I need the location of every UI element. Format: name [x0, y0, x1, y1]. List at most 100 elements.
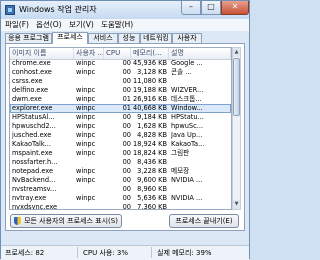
title-bar[interactable]: Windows 작업 관리자 – □ ✕: [1, 1, 249, 19]
process-user: winpc: [76, 68, 96, 76]
process-row[interactable]: nvxdsync.exe 00 7,360 KB: [10, 203, 231, 210]
process-description: 메모장: [171, 167, 190, 175]
status-memory: 실제 메모리: 39%: [157, 249, 212, 257]
process-name: nvxdsync.exe: [12, 203, 58, 210]
tab-applications[interactable]: 응용 프로그램: [5, 33, 52, 43]
process-cpu: 00: [122, 140, 131, 148]
process-name: hpwuschd2...: [12, 122, 56, 130]
menu-options[interactable]: 옵션(O): [36, 20, 62, 30]
process-row[interactable]: hpwuschd2... winpc 00 1,628 KB hpwuSc...: [10, 122, 231, 131]
vertical-scrollbar[interactable]: ▲ ▼: [232, 47, 241, 210]
process-cpu: 01: [122, 104, 131, 112]
column-description[interactable]: 설명: [169, 48, 231, 59]
end-process-button[interactable]: 프로세스 끝내기(E): [169, 214, 239, 228]
process-name: KakaoTalk...: [12, 140, 51, 148]
process-user: winpc: [76, 131, 96, 139]
process-name: nvstreamsv...: [12, 185, 57, 193]
process-memory: 8,436 KB: [137, 158, 167, 166]
column-memory[interactable]: 메모리(...: [131, 48, 169, 59]
tab-users[interactable]: 사용자: [172, 33, 202, 43]
process-cpu: 00: [122, 158, 131, 166]
process-cpu: 00: [122, 86, 131, 94]
tab-performance[interactable]: 성능: [118, 33, 140, 43]
minimize-button[interactable]: –: [181, 1, 201, 15]
process-row[interactable]: mspaint.exe winpc 00 18,824 KB 그림판: [10, 149, 231, 158]
process-row[interactable]: notepad.exe winpc 00 3,228 KB 메모장: [10, 167, 231, 176]
process-user: winpc: [76, 59, 96, 67]
process-description: 콘솔 ...: [171, 68, 192, 76]
menu-file[interactable]: 파일(F): [5, 20, 29, 30]
process-user: winpc: [76, 113, 96, 121]
process-list[interactable]: 이미지 이름 사용자 ... CPU 메모리(... 설명 chrome.exe…: [9, 47, 232, 210]
process-name: conhost.exe: [12, 68, 52, 76]
process-description: Google ...: [171, 59, 203, 67]
process-memory: 7,360 KB: [137, 203, 167, 210]
menu-view[interactable]: 보기(V): [69, 20, 94, 30]
process-row[interactable]: dwm.exe winpc 01 26,916 KB 데스크톱...: [10, 95, 231, 104]
process-user: winpc: [76, 140, 96, 148]
process-cpu: 00: [122, 122, 131, 130]
status-processes: 프로세스: 82: [5, 249, 45, 257]
process-cpu: 00: [122, 131, 131, 139]
process-memory: 3,228 KB: [137, 167, 167, 175]
tab-processes[interactable]: 프로세스: [52, 32, 88, 44]
process-name: notepad.exe: [12, 167, 54, 175]
process-row[interactable]: HPStatusAl... winpc 00 9,184 KB HPStatu...: [10, 113, 231, 122]
tab-networking[interactable]: 네트워킹: [140, 33, 172, 43]
menu-bar: 파일(F) 옵션(O) 보기(V) 도움말(H): [1, 19, 249, 31]
column-cpu[interactable]: CPU: [104, 48, 131, 59]
process-description: KakaoTa...: [171, 140, 205, 148]
status-cpu: CPU 사용: 3%: [83, 249, 129, 257]
process-row[interactable]: jusched.exe winpc 00 4,828 KB Java Up...: [10, 131, 231, 140]
window-title: Windows 작업 관리자: [19, 5, 97, 14]
process-memory: 40,668 KB: [133, 104, 167, 112]
process-memory: 8,960 KB: [137, 185, 167, 193]
process-row[interactable]: nvstreamsv... 00 8,960 KB: [10, 185, 231, 194]
process-cpu: 00: [122, 149, 131, 157]
close-button[interactable]: ✕: [221, 1, 249, 15]
process-row[interactable]: NvBackend... winpc 00 9,600 KB NVIDIA ...: [10, 176, 231, 185]
process-name: explorer.exe: [12, 104, 53, 112]
process-row[interactable]: chrome.exe winpc 00 45,936 KB Google ...: [10, 59, 231, 68]
process-memory: 18,824 KB: [133, 149, 167, 157]
tab-services[interactable]: 서비스: [88, 33, 118, 43]
column-user-name[interactable]: 사용자 ...: [74, 48, 104, 59]
process-row[interactable]: explorer.exe winpc 01 40,668 KB Window...: [10, 104, 231, 113]
process-user: winpc: [76, 86, 96, 94]
process-name: nvtray.exe: [12, 194, 47, 202]
tab-bar: 응용 프로그램 프로세스 서비스 성능 네트워킹 사용자: [5, 32, 245, 44]
process-row[interactable]: delfino.exe winpc 00 19,188 KB WIZVER...: [10, 86, 231, 95]
process-row[interactable]: KakaoTalk... winpc 00 18,924 KB KakaoTa...: [10, 140, 231, 149]
process-user: [76, 203, 104, 209]
process-memory: 26,916 KB: [133, 95, 167, 103]
process-row[interactable]: nossfarter.h... 00 8,436 KB: [10, 158, 231, 167]
menu-help[interactable]: 도움말(H): [101, 20, 133, 30]
process-row[interactable]: csrss.exe 00 11,080 KB: [10, 77, 231, 86]
process-user: [76, 185, 104, 194]
scroll-up-icon[interactable]: ▲: [233, 48, 240, 57]
scroll-down-icon[interactable]: ▼: [233, 200, 240, 209]
process-cpu: 00: [122, 194, 131, 202]
column-image-name[interactable]: 이미지 이름: [10, 48, 74, 59]
process-memory: 1,628 KB: [137, 122, 167, 130]
process-row[interactable]: conhost.exe winpc 00 3,128 KB 콘솔 ...: [10, 68, 231, 77]
process-name: mspaint.exe: [12, 149, 53, 157]
maximize-button[interactable]: □: [201, 1, 221, 15]
process-memory: 18,924 KB: [133, 140, 167, 148]
process-description: [171, 77, 229, 86]
process-row[interactable]: nvtray.exe winpc 00 5,636 KB NVIDIA ...: [10, 194, 231, 203]
process-name: dwm.exe: [12, 95, 42, 103]
process-description: Window...: [171, 104, 203, 112]
process-description: NVIDIA ...: [171, 194, 203, 202]
process-description: hpwuSc...: [171, 122, 204, 130]
process-cpu: 00: [122, 203, 131, 210]
process-name: csrss.exe: [12, 77, 43, 85]
show-all-users-button[interactable]: 모든 사용자의 프로세스 표시(S): [10, 214, 122, 228]
process-description: NVIDIA ...: [171, 176, 203, 184]
process-user: winpc: [76, 104, 96, 112]
process-cpu: 00: [122, 68, 131, 76]
process-user: winpc: [76, 95, 96, 103]
process-cpu: 00: [122, 59, 131, 67]
scrollbar-thumb[interactable]: [233, 58, 240, 116]
processes-panel: 이미지 이름 사용자 ... CPU 메모리(... 설명 chrome.exe…: [5, 43, 245, 231]
